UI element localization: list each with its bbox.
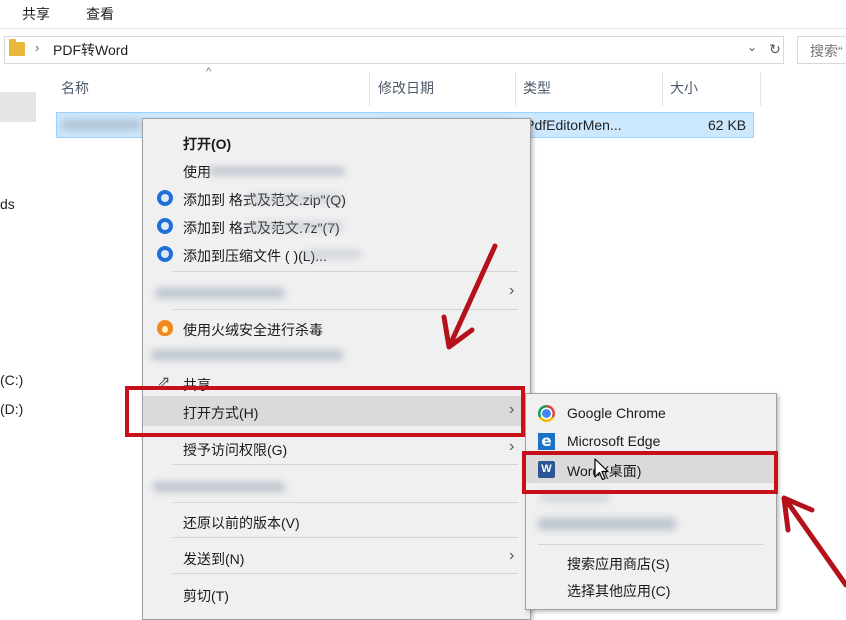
annotation-arrow-word — [783, 497, 846, 588]
annotation-arrows — [441, 243, 846, 588]
